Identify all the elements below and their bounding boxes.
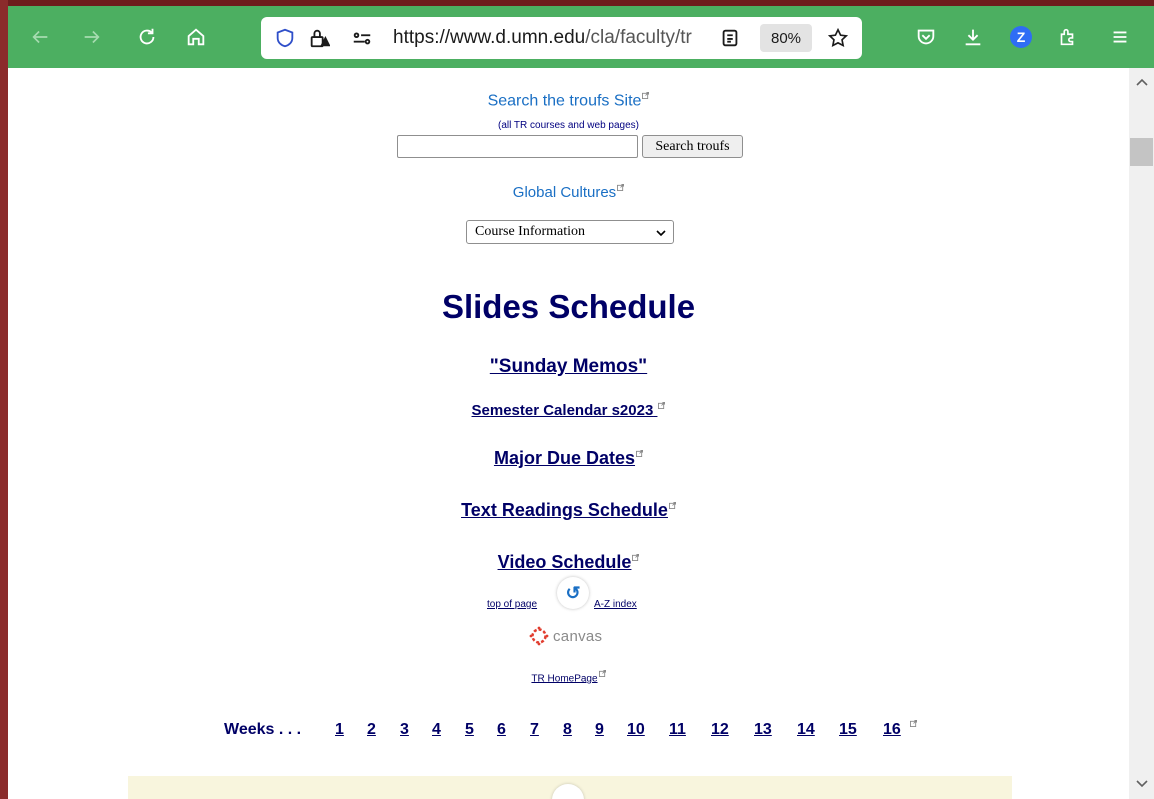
external-link-icon <box>636 450 644 457</box>
external-link-icon <box>668 502 676 509</box>
reader-view-icon[interactable] <box>718 26 742 50</box>
canvas-logo-icon <box>529 626 549 646</box>
global-cultures-link[interactable]: Global Cultures <box>8 184 1129 201</box>
scroll-to-top-icon[interactable] <box>552 784 584 799</box>
external-link-icon <box>598 670 606 677</box>
scroll-to-top-icon[interactable]: ↺ <box>557 577 589 609</box>
pocket-button[interactable] <box>908 18 944 56</box>
tr-homepage-label: TR HomePage <box>531 673 598 685</box>
search-input[interactable] <box>397 135 638 158</box>
vertical-scrollbar[interactable] <box>1129 68 1154 799</box>
week-link-14[interactable]: 14 <box>797 721 815 739</box>
url-domain: umn.edu <box>511 27 586 48</box>
week-link-8[interactable]: 8 <box>563 721 572 739</box>
account-button[interactable]: Z <box>1003 18 1039 56</box>
page-nav-row: top of page ↺ A-Z index <box>8 576 1129 616</box>
major-due-dates-link[interactable]: Major Due Dates <box>8 448 1129 469</box>
schedule-section-box <box>128 776 1012 799</box>
course-info-select[interactable]: Course Information <box>466 220 674 244</box>
week-link-16[interactable]: 16 <box>883 721 901 739</box>
window-frame-left <box>0 0 8 799</box>
browser-toolbar: https://www.d.umn.edu/cla/faculty/tr 80%… <box>8 6 1154 68</box>
back-button[interactable] <box>22 18 58 56</box>
reload-button[interactable] <box>129 18 165 56</box>
external-link-icon <box>658 402 666 409</box>
week-link-13[interactable]: 13 <box>754 721 772 739</box>
semester-calendar-link[interactable]: Semester Calendar s2023 <box>8 402 1129 419</box>
week-link-1[interactable]: 1 <box>335 721 344 739</box>
course-info-selected: Course Information <box>475 224 586 239</box>
profile-avatar: Z <box>1010 26 1032 48</box>
downloads-button[interactable] <box>955 18 991 56</box>
week-link-11[interactable]: 11 <box>669 721 686 739</box>
external-link-icon <box>632 554 640 561</box>
week-link-2[interactable]: 2 <box>367 721 376 739</box>
sunday-memos-link[interactable]: "Sunday Memos" <box>8 356 1129 378</box>
week-link-12[interactable]: 12 <box>711 721 729 739</box>
text-readings-label: Text Readings Schedule <box>461 500 668 520</box>
chevron-down-icon <box>656 230 666 237</box>
scroll-up-arrow-icon[interactable] <box>1135 76 1149 90</box>
week-link-6[interactable]: 6 <box>497 721 506 739</box>
top-of-page-link[interactable]: top of page <box>487 599 537 610</box>
zoom-level-button[interactable]: 80% <box>760 24 812 52</box>
scroll-down-arrow-icon[interactable] <box>1135 776 1149 790</box>
week-link-3[interactable]: 3 <box>400 721 409 739</box>
url-scheme-host: https://www.d. <box>393 27 512 48</box>
external-link-icon <box>642 92 650 99</box>
home-button[interactable] <box>178 18 214 56</box>
weeks-label: Weeks . . . <box>224 721 302 738</box>
insecure-lock-icon[interactable] <box>307 26 331 50</box>
page-content: Search the troufs Site (all TR courses a… <box>8 68 1129 799</box>
az-index-link[interactable]: A-Z index <box>594 599 637 610</box>
bookmark-star-icon[interactable] <box>826 26 850 50</box>
text-readings-link[interactable]: Text Readings Schedule <box>8 500 1129 521</box>
url-path: /cla/faculty/tr <box>585 27 692 48</box>
external-link-icon <box>617 184 625 191</box>
forward-button[interactable] <box>74 18 110 56</box>
week-link-5[interactable]: 5 <box>465 721 474 739</box>
extensions-button[interactable] <box>1049 18 1085 56</box>
canvas-wordmark: canvas <box>553 627 603 645</box>
week-link-15[interactable]: 15 <box>839 721 857 739</box>
week-link-7[interactable]: 7 <box>530 721 539 739</box>
address-bar[interactable]: https://www.d.umn.edu/cla/faculty/tr 80% <box>261 17 862 59</box>
page-title: Slides Schedule <box>441 288 696 325</box>
search-site-link[interactable]: Search the troufs Site <box>8 92 1129 110</box>
search-button[interactable]: Search troufs <box>642 135 743 158</box>
external-link-icon <box>910 720 917 727</box>
week-link-10[interactable]: 10 <box>627 721 645 739</box>
menu-button[interactable] <box>1102 18 1138 56</box>
canvas-link[interactable]: canvas <box>529 624 602 648</box>
major-due-dates-label: Major Due Dates <box>493 448 636 468</box>
video-schedule-label: Video Schedule <box>497 552 632 572</box>
week-link-4[interactable]: 4 <box>432 721 441 739</box>
video-schedule-link[interactable]: Video Schedule <box>8 552 1129 573</box>
search-site-label: Search the troufs Site <box>487 92 642 110</box>
url-text[interactable]: https://www.d.umn.edu/cla/faculty/tr <box>393 27 725 49</box>
search-subtitle: (all TR courses and web pages) <box>498 120 639 131</box>
tracking-shield-icon[interactable] <box>273 26 297 50</box>
week-link-9[interactable]: 9 <box>595 721 604 739</box>
global-cultures-label: Global Cultures <box>512 184 617 201</box>
scrollbar-thumb[interactable] <box>1130 138 1153 166</box>
semester-calendar-label: Semester Calendar s2023 <box>471 402 654 419</box>
tr-homepage-link[interactable]: TR HomePage <box>8 670 1129 684</box>
site-permissions-icon[interactable] <box>350 26 374 50</box>
